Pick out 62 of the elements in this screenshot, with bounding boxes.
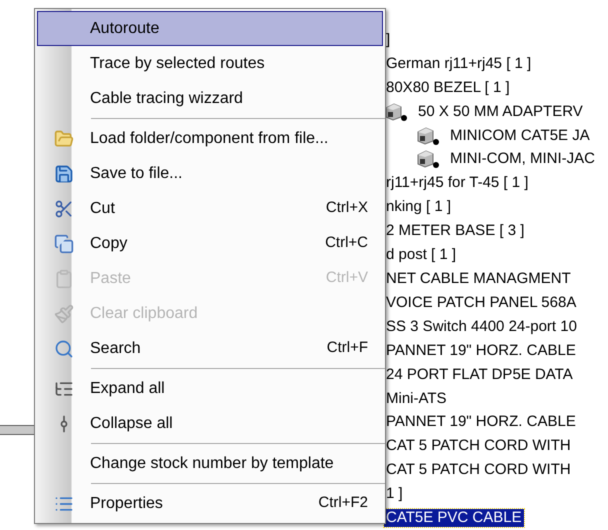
menu-item-label: Collapse all <box>90 414 174 434</box>
tree-item[interactable]: CAT5E PVC CABLE <box>384 509 524 528</box>
menu-item[interactable]: Cut Ctrl+X <box>37 191 383 226</box>
menu-item-label: Paste <box>90 268 132 288</box>
menu-item[interactable]: Copy Ctrl+C <box>37 226 383 261</box>
tree-item[interactable]: nking [ 1 ] <box>384 198 454 216</box>
tree-item[interactable]: CAT 5 PATCH CORD WITH <box>384 437 573 456</box>
brush-icon <box>54 304 74 324</box>
tree-item[interactable]: 1 ] <box>384 485 405 504</box>
cut-icon <box>54 198 74 218</box>
folder-icon <box>54 128 74 148</box>
connector-bar <box>0 425 34 435</box>
tree-item[interactable]: 2 METER BASE [ 3 ] <box>384 222 526 240</box>
menu-item[interactable]: Save to file... <box>37 156 383 191</box>
copy-icon <box>54 234 74 254</box>
tree-item[interactable]: 24 PORT FLAT DP5E DATA <box>384 366 575 384</box>
component-icon <box>416 149 440 170</box>
menu-item[interactable]: Change stock number by template <box>37 446 383 481</box>
shortcut-label: Ctrl+V <box>326 268 369 288</box>
menu-item[interactable]: Collapse all <box>37 406 383 441</box>
menu-item-label: Cable tracing wizzard <box>90 88 244 108</box>
menu-item-label: Load folder/component from file... <box>90 128 330 148</box>
tree-item[interactable]: d post [ 1 ] <box>384 246 458 264</box>
menu-item[interactable]: Cable tracing wizzard <box>37 81 383 116</box>
tree-item[interactable]: CAT 5 PATCH CORD WITH <box>384 461 573 480</box>
tree-item[interactable]: Mini-ATS <box>384 390 449 408</box>
tree-item[interactable]: SS 3 Switch 4400 24-port 10 <box>384 318 579 336</box>
menu-item[interactable]: Expand all <box>37 371 383 406</box>
menu-item[interactable]: Properties Ctrl+F2 <box>37 486 383 521</box>
tree-item[interactable]: German rj11+rj45 [ 1 ] <box>384 54 534 73</box>
menu-item[interactable]: Autoroute <box>37 11 383 46</box>
paste-icon <box>54 268 74 288</box>
menu-item-label: Save to file... <box>90 164 184 184</box>
search-icon <box>54 338 74 358</box>
save-icon <box>54 164 74 184</box>
tree-item[interactable]: 80X80 BEZEL [ 1 ] <box>384 78 512 97</box>
tree-item[interactable]: PANNET 19" HORZ. CABLE <box>384 342 578 360</box>
shortcut-label: Ctrl+X <box>326 198 369 218</box>
tree-item[interactable]: PANNET 19" HORZ. CABLE <box>384 413 578 432</box>
menu-item-label: Change stock number by template <box>90 454 335 474</box>
tree-item[interactable]: ] <box>384 30 392 49</box>
tree-item[interactable]: rj11+rj45 for T-45 [ 1 ] <box>384 174 530 192</box>
menu-item-label: Expand all <box>90 378 166 398</box>
tree-item[interactable]: 50 X 50 MM ADAPTERV <box>416 102 585 121</box>
menu-item-label: Autoroute <box>90 18 160 38</box>
menu-item[interactable]: Trace by selected routes <box>37 46 383 81</box>
menu-item-label: Cut <box>90 198 116 218</box>
menu-item-label: Properties <box>90 494 164 514</box>
shortcut-label: Ctrl+F <box>326 338 369 358</box>
menu-item-label: Clear clipboard <box>90 304 199 324</box>
menu-item-label: Copy <box>90 234 128 254</box>
shortcut-label: Ctrl+F2 <box>318 493 369 514</box>
menu-item-label: Trace by selected routes <box>90 54 266 74</box>
tree-item[interactable]: VOICE PATCH PANEL 568A <box>384 294 578 312</box>
menu-item-label: Search <box>90 338 142 358</box>
component-icon <box>416 126 440 146</box>
tree-item[interactable]: MINI-COM, MINI-JAC <box>448 150 597 168</box>
tree-item[interactable]: NET CABLE MANAGMENT <box>384 270 573 288</box>
menu-item[interactable]: Search Ctrl+F <box>37 331 383 366</box>
menu-item[interactable]: Load folder/component from file... <box>37 121 383 156</box>
shortcut-label: Ctrl+C <box>325 233 369 254</box>
tree-item[interactable]: MINICOM CAT5E JA <box>448 126 592 145</box>
